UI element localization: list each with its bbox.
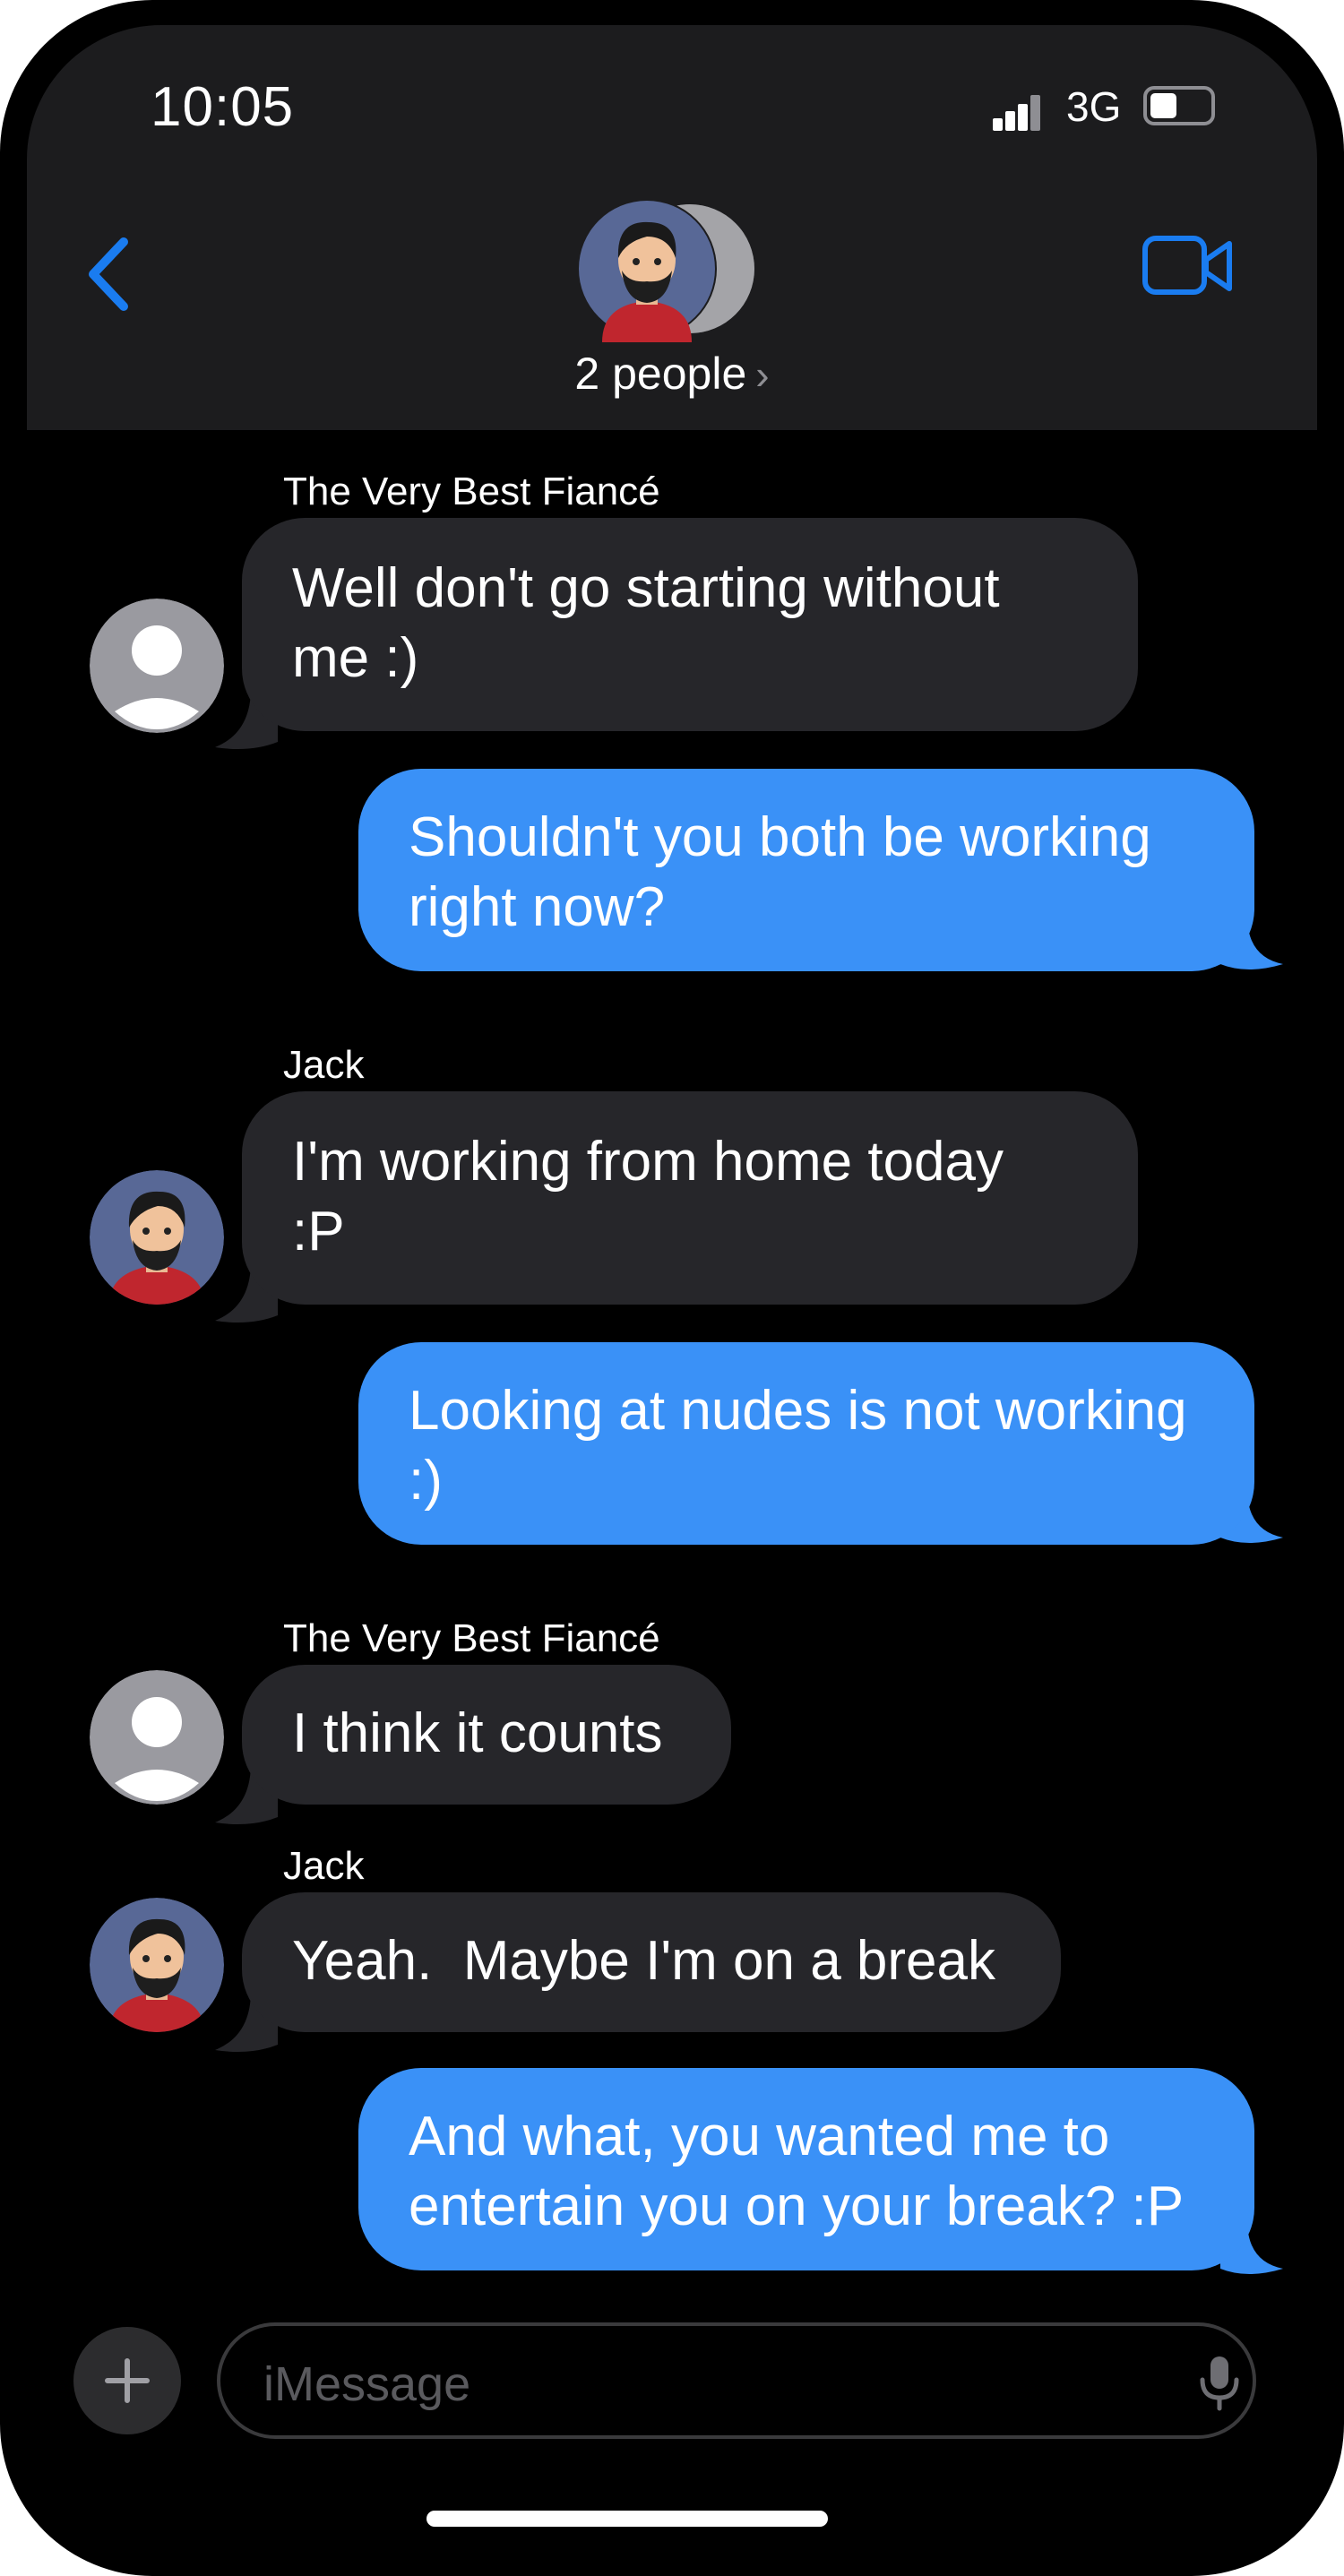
message-line: right now?: [409, 876, 666, 938]
dictation-button[interactable]: [1197, 2355, 1242, 2412]
message-line: Yeah. Maybe I'm on a break: [292, 1930, 996, 1992]
message-bubble[interactable]: And what, you wanted me to entertain you…: [358, 2068, 1254, 2270]
sender-name: The Very Best Fiancé: [283, 470, 660, 513]
message-line: :P: [292, 1201, 345, 1262]
network-type: 3G: [1066, 83, 1122, 130]
message-bubble[interactable]: Yeah. Maybe I'm on a break: [242, 1892, 1061, 2032]
fiance-avatar[interactable]: [90, 1670, 224, 1805]
jack-avatar[interactable]: [90, 1898, 224, 2032]
group-avatar-stack[interactable]: [575, 195, 772, 342]
message-bubble[interactable]: Looking at nudes is not working :): [358, 1342, 1254, 1545]
chevron-right-icon: ›: [755, 351, 770, 398]
status-time: 10:05: [151, 76, 295, 138]
message-line: entertain you on your break? :P: [409, 2175, 1185, 2237]
message-bubble[interactable]: Well don't go starting without me :): [242, 518, 1138, 731]
video-camera-icon: [1142, 236, 1232, 295]
group-name-label: 2 people: [574, 349, 747, 399]
message-line: me :): [292, 627, 419, 689]
sender-name: The Very Best Fiancé: [283, 1616, 660, 1660]
message-line: Well don't go starting without: [292, 557, 1000, 619]
message-line: I'm working from home today: [292, 1131, 1004, 1193]
message-line: I think it counts: [292, 1702, 663, 1764]
back-button[interactable]: [72, 229, 143, 319]
message-line: :): [409, 1450, 443, 1512]
imessage-input[interactable]: [262, 2353, 1125, 2416]
phone-frame: 10:05 3G 2 people › The Very Best Fiancé…: [0, 0, 1344, 2576]
jack-avatar[interactable]: [90, 1170, 224, 1305]
fiance-avatar[interactable]: [90, 599, 224, 733]
message-line: Shouldn't you both be working: [409, 806, 1151, 868]
sender-name: Jack: [283, 1844, 365, 1888]
home-indicator[interactable]: [426, 2511, 828, 2527]
plus-icon: [105, 2358, 150, 2403]
message-bubble[interactable]: I'm working from home today :P: [242, 1091, 1138, 1305]
battery-icon: [1143, 86, 1215, 125]
message-line: And what, you wanted me to: [409, 2106, 1110, 2167]
message-line: Looking at nudes is not working: [409, 1380, 1187, 1442]
message-bubble[interactable]: Shouldn't you both be working right now?: [358, 769, 1254, 971]
apps-plus-button[interactable]: [73, 2327, 181, 2434]
conversation-header: 10:05 3G 2 people ›: [27, 25, 1317, 430]
cellular-signal-icon: [993, 95, 1040, 131]
sender-name: Jack: [283, 1043, 365, 1087]
microphone-icon: [1200, 2356, 1239, 2411]
facetime-video-button[interactable]: [1140, 229, 1238, 305]
message-bubble[interactable]: I think it counts: [242, 1665, 731, 1805]
chevron-left-icon: [89, 237, 128, 311]
group-name-button[interactable]: 2 people ›: [27, 348, 1317, 400]
battery-nub: [1143, 86, 1149, 100]
message-composer[interactable]: [217, 2322, 1256, 2439]
messages-screen: 10:05 3G 2 people › The Very Best Fiancé…: [27, 25, 1317, 2551]
